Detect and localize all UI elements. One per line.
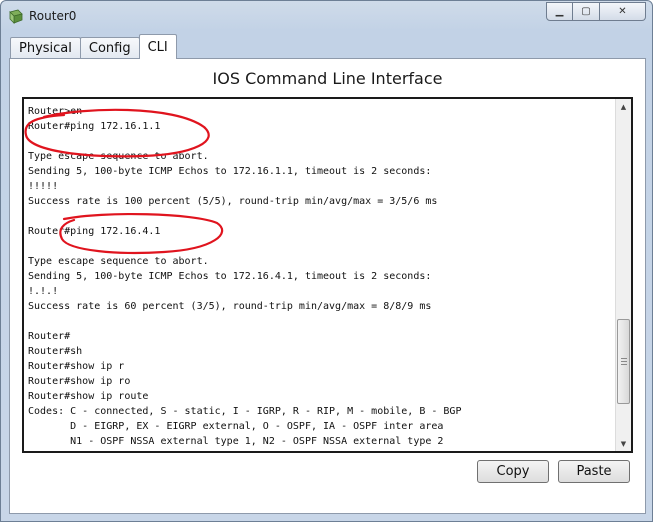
terminal-line: Router#show ip route [28, 391, 149, 402]
terminal-line: Success rate is 100 percent (5/5), round… [28, 196, 438, 207]
tab-cli[interactable]: CLI [138, 34, 177, 59]
terminal-line: Router#show ip ro [28, 376, 131, 387]
close-button[interactable]: ✕ [600, 2, 646, 21]
scroll-down-arrow-icon[interactable]: ▼ [616, 436, 631, 451]
terminal-line: !!!!! [28, 181, 59, 192]
maximize-button[interactable]: ▢ [573, 2, 600, 21]
scrollbar-thumb[interactable] [617, 319, 630, 404]
terminal-line: Codes: C - connected, S - static, I - IG… [28, 406, 462, 417]
terminal-line: Router> [28, 99, 613, 104]
page-title: IOS Command Line Interface [212, 69, 443, 88]
window-title: Router0 [29, 9, 77, 23]
paste-button[interactable]: Paste [558, 460, 630, 483]
router-window: Router0 ▁ ▢ ✕ Physical Config CLI IOS Co… [0, 0, 653, 522]
cli-terminal[interactable]: Router> Router>en Router#ping 172.16.1.1 Ty… [22, 97, 633, 453]
terminal-line: Type escape sequence to abort. [28, 256, 209, 267]
terminal-line: Router# [28, 331, 71, 342]
terminal-line: Router#ping 172.16.1.1 [28, 121, 161, 132]
cli-panel: IOS Command Line Interface Router>Router… [9, 58, 646, 514]
scroll-up-arrow-icon[interactable]: ▲ [616, 99, 631, 114]
copy-button[interactable]: Copy [477, 460, 549, 483]
title-bar[interactable]: Router0 ▁ ▢ ✕ [1, 1, 652, 31]
terminal-line: Router>en [28, 106, 83, 117]
tab-physical[interactable]: Physical [10, 37, 81, 59]
terminal-output: Router> Router>en Router#ping 172.16.1.1 Ty… [28, 99, 613, 449]
terminal-line: Router#ping 172.16.4.1 [28, 226, 161, 237]
terminal-line: N1 - OSPF NSSA external type 1, N2 - OSP… [28, 436, 444, 447]
terminal-line: !.!.! [28, 286, 59, 297]
terminal-line: Router#sh [28, 346, 83, 357]
terminal-scrollbar[interactable]: ▲ ▼ [615, 99, 631, 451]
terminal-line: Sending 5, 100-byte ICMP Echos to 172.16… [28, 271, 432, 282]
router-app-icon [9, 9, 23, 24]
terminal-line: Router#show ip r [28, 361, 125, 372]
terminal-line: D - EIGRP, EX - EIGRP external, O - OSPF… [28, 421, 444, 432]
minimize-button[interactable]: ▁ [546, 2, 573, 21]
tab-config[interactable]: Config [79, 37, 140, 59]
tab-bar: Physical Config CLI [10, 34, 177, 59]
terminal-line: Type escape sequence to abort. [28, 151, 209, 162]
terminal-line: Sending 5, 100-byte ICMP Echos to 172.16… [28, 166, 432, 177]
terminal-line: Success rate is 60 percent (3/5), round-… [28, 301, 432, 312]
